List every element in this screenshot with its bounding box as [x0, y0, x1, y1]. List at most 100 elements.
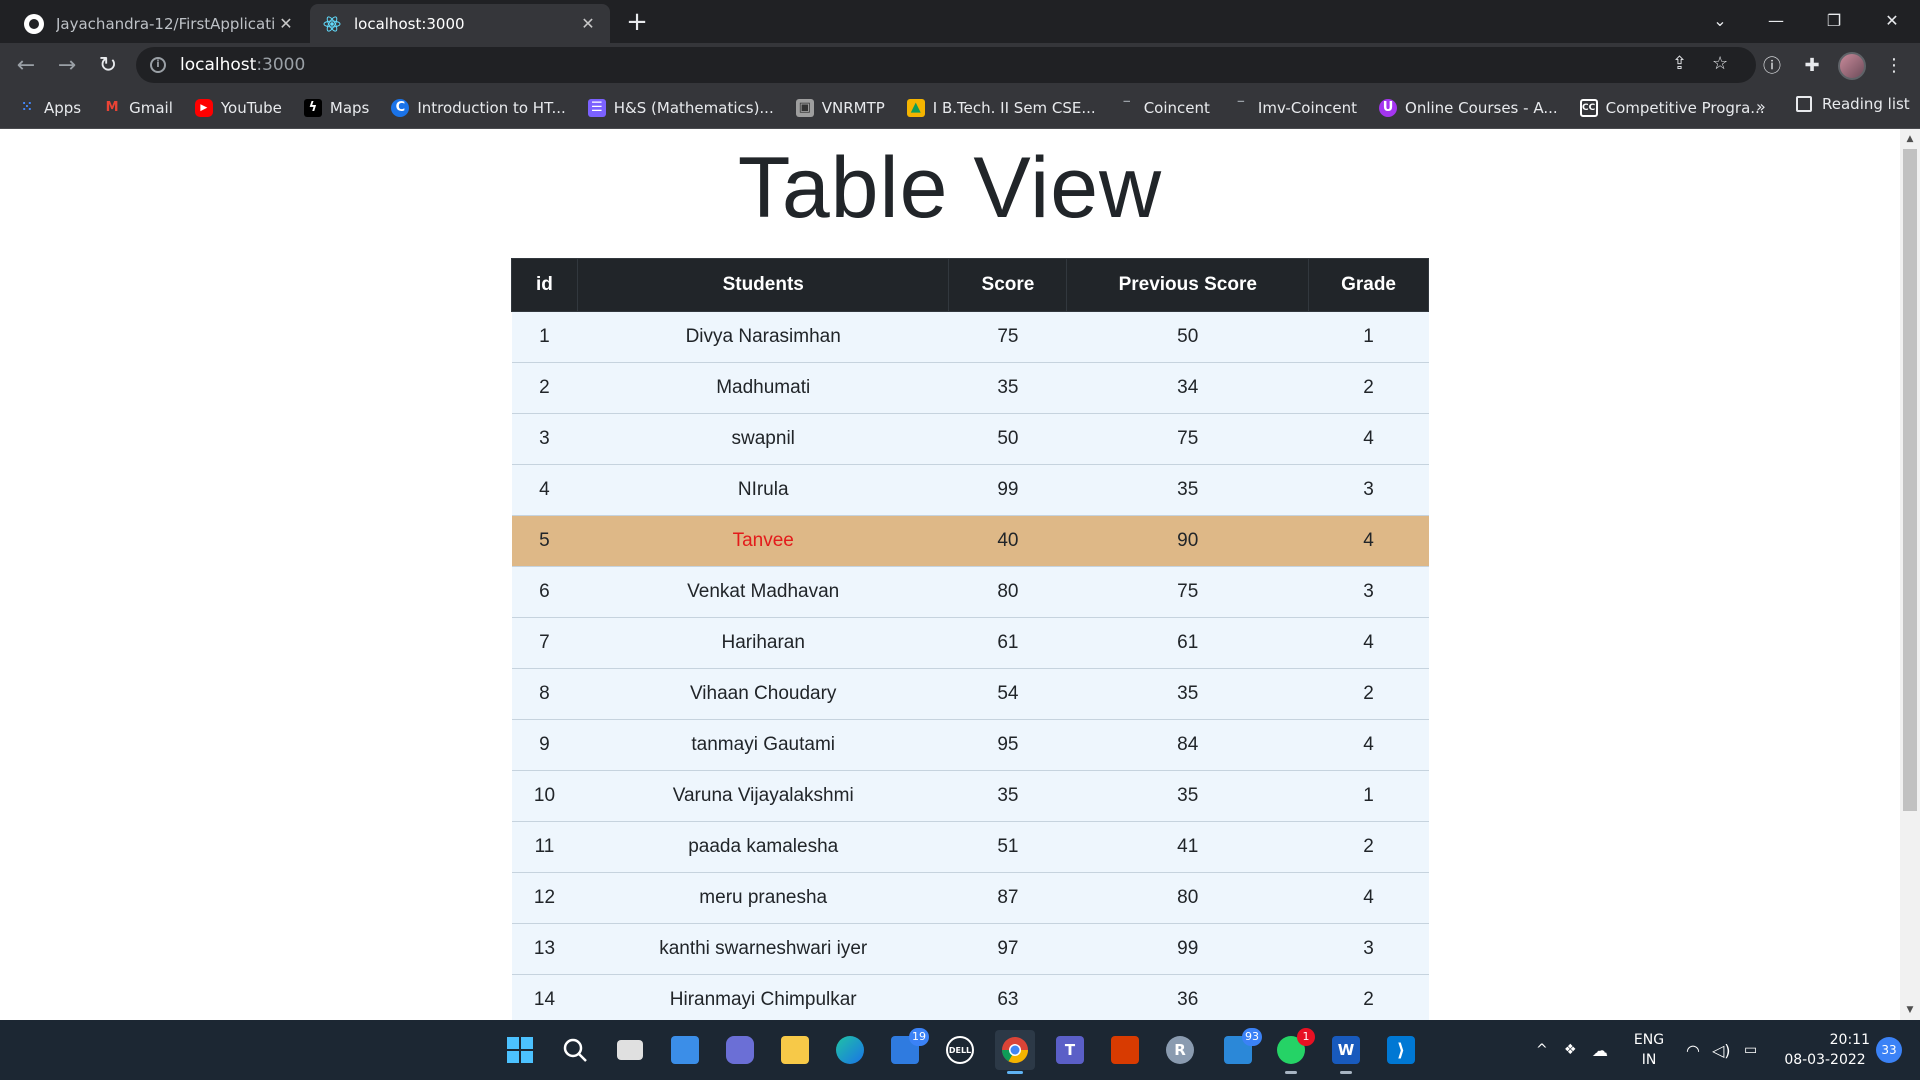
url-text: localhost:3000 — [180, 55, 306, 75]
mail-badge: 19 — [909, 1028, 929, 1046]
language-indicator[interactable]: ENG IN — [1624, 1030, 1674, 1070]
bookmark-vnrmtp[interactable]: ▣ VNRMTP — [795, 98, 885, 117]
cell-id: 4 — [511, 464, 578, 516]
site-info-icon[interactable]: i — [150, 57, 166, 73]
table-row: 1 Divya Narasimhan 75 50 1 — [511, 311, 1429, 363]
bookmark-youtube[interactable]: ▶ YouTube — [194, 98, 282, 117]
reload-icon[interactable]: ↻ — [92, 49, 124, 81]
wifi-icon[interactable]: ◠ — [1686, 1020, 1700, 1080]
table-row: 12 meru pranesha 87 80 4 — [511, 872, 1429, 924]
minimize-icon[interactable]: — — [1748, 0, 1804, 40]
cell-id: 9 — [511, 719, 578, 771]
word-icon[interactable]: W — [1326, 1030, 1366, 1074]
cell-id: 3 — [511, 413, 578, 465]
bookmark-apps[interactable]: ⁙ Apps — [18, 99, 82, 117]
extension-info-icon[interactable]: ⓘ — [1758, 51, 1786, 79]
github-icon — [24, 13, 44, 34]
bookmark-competitive[interactable]: CC Competitive Progra... — [1579, 98, 1765, 117]
cell-student: paada kamalesha — [577, 821, 949, 873]
bookmark-btech[interactable]: ▲ I B.Tech. II Sem CSE... — [906, 98, 1096, 117]
notification-count-badge: 33 — [1876, 1037, 1902, 1063]
tab-title: Jayachandra-12/FirstApplication — [56, 14, 276, 33]
cell-score: 63 — [948, 974, 1067, 1020]
dropbox-icon[interactable]: ❖ — [1564, 1020, 1577, 1080]
bookmark-maps[interactable]: ϟ Maps — [303, 98, 369, 117]
reading-list-icon — [1796, 96, 1812, 112]
onedrive-cloud-icon[interactable]: ☁ — [1592, 1020, 1608, 1080]
widgets-icon[interactable] — [665, 1030, 705, 1070]
cell-grade: 3 — [1308, 464, 1429, 516]
table-row: 11 paada kamalesha 51 41 2 — [511, 821, 1429, 873]
search-icon[interactable] — [555, 1030, 595, 1070]
bookmarks-bar: ⁙ Apps M Gmail ▶ YouTube ϟ Maps C Introd… — [0, 87, 1920, 129]
cell-grade: 4 — [1308, 617, 1429, 669]
tab-search-icon[interactable]: ⌄ — [1692, 0, 1748, 40]
address-bar[interactable]: i localhost:3000 — [136, 47, 1756, 83]
chrome-icon[interactable] — [995, 1030, 1035, 1074]
back-arrow-icon[interactable]: ← — [10, 49, 42, 81]
page-scrollbar[interactable]: ▲ ▼ — [1900, 129, 1920, 1020]
cell-id: 12 — [511, 872, 578, 924]
close-window-icon[interactable]: ✕ — [1864, 0, 1920, 40]
profile-avatar[interactable] — [1838, 52, 1866, 80]
coincent-icon: ‾ — [1123, 100, 1130, 115]
close-icon[interactable]: ✕ — [578, 14, 598, 33]
cell-student: Hariharan — [577, 617, 949, 669]
folder-icon[interactable] — [775, 1030, 815, 1070]
reading-list-button[interactable]: Reading list — [1796, 95, 1910, 113]
bookmark-online-courses[interactable]: U Online Courses - A... — [1379, 98, 1558, 117]
bookmark-imv-coincent[interactable]: ‾ Imv-Coincent — [1232, 99, 1357, 117]
apps-grid-icon: ⁙ — [21, 100, 33, 115]
dell-icon[interactable]: DELL — [940, 1030, 980, 1070]
scrollbar-thumb[interactable] — [1903, 149, 1917, 811]
tray-chevron-icon[interactable]: ^ — [1536, 1020, 1548, 1080]
cell-grade: 4 — [1308, 719, 1429, 771]
cell-score: 75 — [948, 311, 1067, 363]
bookmark-star-icon[interactable]: ☆ — [1712, 53, 1728, 74]
windows-start-icon[interactable] — [500, 1030, 540, 1070]
cell-id: 13 — [511, 923, 578, 975]
chat-icon[interactable] — [720, 1030, 760, 1070]
cell-id: 6 — [511, 566, 578, 618]
task-view-icon[interactable] — [610, 1030, 650, 1070]
bookmark-coincent[interactable]: ‾ Coincent — [1118, 99, 1209, 117]
whatsapp-icon[interactable]: 1 — [1271, 1028, 1315, 1074]
cc-icon: CC — [1579, 98, 1598, 117]
cell-student: swapnil — [577, 413, 949, 465]
office-icon[interactable] — [1105, 1030, 1145, 1070]
messages-badge: 93 — [1242, 1028, 1262, 1046]
cell-student: Madhumati — [577, 362, 949, 414]
cell-previous-score: 35 — [1066, 464, 1309, 516]
forward-arrow-icon[interactable]: → — [51, 49, 83, 81]
bookmark-gmail[interactable]: M Gmail — [103, 99, 173, 117]
clock[interactable]: 20:11 08-03-2022 — [1780, 1030, 1870, 1070]
scroll-up-arrow-icon[interactable]: ▲ — [1900, 131, 1920, 147]
cell-previous-score: 35 — [1066, 668, 1309, 720]
scroll-down-arrow-icon[interactable]: ▼ — [1900, 1002, 1920, 1018]
bookmarks-more-chevron-icon[interactable]: » — [1756, 97, 1766, 116]
edge-icon[interactable] — [830, 1030, 870, 1070]
battery-icon[interactable]: ▭ — [1744, 1020, 1757, 1080]
menu-kebab-icon[interactable]: ⋮ — [1880, 51, 1908, 79]
tab-localhost[interactable]: localhost:3000 ✕ — [310, 4, 610, 43]
cell-grade: 2 — [1308, 362, 1429, 414]
tab-github[interactable]: Jayachandra-12/FirstApplication ✕ — [12, 4, 308, 43]
share-icon[interactable]: ⇪ — [1672, 53, 1687, 74]
cell-id: 5 — [511, 515, 578, 567]
close-icon[interactable]: ✕ — [276, 14, 296, 33]
restore-icon[interactable]: ❐ — [1806, 0, 1862, 40]
r-icon[interactable]: R — [1160, 1030, 1200, 1070]
maps-bolt-icon: ϟ — [303, 98, 322, 117]
bookmark-hs-math[interactable]: ☰ H&S (Mathematics)... — [587, 98, 774, 117]
header-grade: Grade — [1308, 258, 1429, 312]
teams-icon[interactable]: T — [1050, 1030, 1090, 1070]
vscode-icon[interactable]: ⟩ — [1381, 1030, 1421, 1070]
notification-center[interactable]: 33 — [1876, 1020, 1902, 1080]
mail-icon[interactable]: 19 — [885, 1028, 929, 1070]
messages-icon[interactable]: 93 — [1218, 1028, 1262, 1070]
new-tab-button[interactable]: + — [622, 8, 652, 38]
volume-icon[interactable]: ◁) — [1712, 1020, 1731, 1080]
extensions-puzzle-icon[interactable]: ✚ — [1798, 51, 1826, 79]
bookmark-intro-html[interactable]: C Introduction to HT... — [391, 98, 566, 117]
active-app-indicator — [1007, 1071, 1023, 1074]
